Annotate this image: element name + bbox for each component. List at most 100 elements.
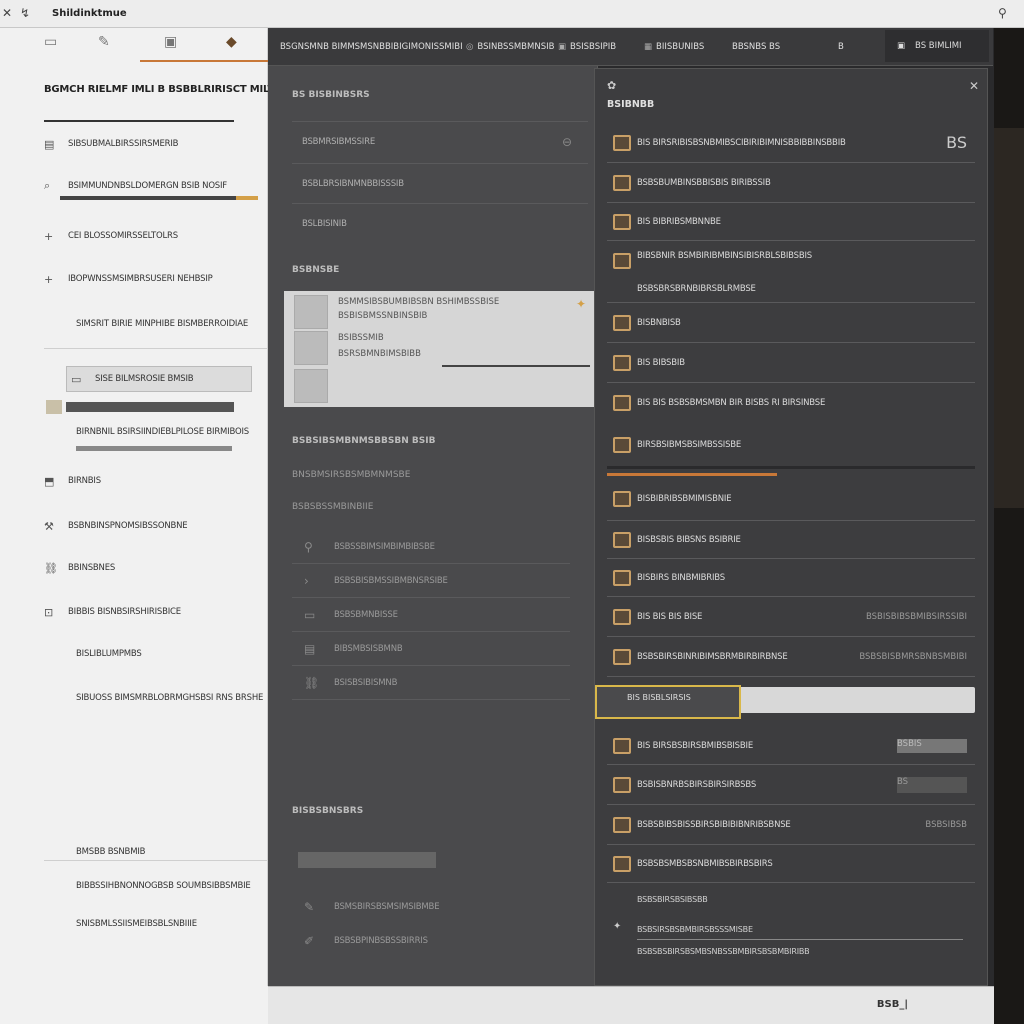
list-row[interactable]: BSBISBNRBSBIRSBIRSIRBSBS BS xyxy=(607,765,975,805)
search-input-focused[interactable]: BIS BISBLSIRSIS xyxy=(595,685,741,719)
list-row[interactable]: BIS BIS BIS BISE BSBISBIBSBMIBSIRSSIBI xyxy=(607,597,975,637)
list-row[interactable]: BIS BIBSBIB xyxy=(607,343,975,383)
user-icon: ▣ xyxy=(897,41,906,51)
sidebar-item[interactable]: ⌕ BSIMMUNDNBSLDOMERGN BSIB NOSIF xyxy=(44,176,227,196)
folder-icon: ▤ xyxy=(44,137,55,151)
list-row[interactable]: ▤ BIBSMBSISBMNB xyxy=(292,632,570,666)
list-row[interactable]: BSBSBSMBSBSNBMIBSBIRBSBIRS xyxy=(607,845,975,883)
list-row[interactable]: BIS BIRSRIBISBSNBMIBSCIBIRIBIMNISBBIBBIN… xyxy=(607,123,975,163)
item-icon xyxy=(607,607,637,627)
sidebar-item[interactable]: ⬒ BIRNBIS xyxy=(44,471,101,491)
folder-icon: ▭ xyxy=(304,607,316,622)
list-row[interactable]: ▭ BSBSBMNBISSE xyxy=(292,598,570,632)
item-icon xyxy=(607,568,637,588)
list-row[interactable]: ✐ BSBSBPINBSBSSBIRRIS xyxy=(292,924,570,958)
monitor-icon: ▭ xyxy=(71,372,82,386)
app-logo-icon: ↯ xyxy=(20,6,31,20)
image-icon[interactable]: ▣ xyxy=(164,34,177,50)
item-icon xyxy=(607,854,637,874)
item-icon xyxy=(607,133,637,153)
sidebar-item[interactable]: ⛓ BBINSBNES xyxy=(44,558,115,578)
list-row[interactable]: BISBNBISB xyxy=(607,303,975,343)
search-row: BIS BISBLSIRSIS xyxy=(595,685,977,719)
tab-secondary[interactable]: ◎ BSINBSSMBMNSIB xyxy=(466,42,554,52)
sidebar-heading: BGMCH RIELMF IMLI B BSBBLRIRISCT MILT xyxy=(44,84,275,95)
list-row[interactable]: BSBMRSIBMSSIRE ⊖ xyxy=(292,121,588,161)
active-tab-indicator xyxy=(140,60,268,62)
sidebar-item[interactable]: ⚒ BSBNBINSPNOMSIBSSONBNE xyxy=(44,516,187,536)
item-icon xyxy=(607,313,637,333)
edit-icon: ✎ xyxy=(304,900,315,914)
background-strip-shade xyxy=(994,128,1024,508)
item-icon xyxy=(607,251,637,271)
tab-fifth[interactable]: BBSNBS BS xyxy=(732,42,780,52)
list-row[interactable]: BSBLBRSIBNMNBBISSSIB xyxy=(292,163,588,203)
sidebar-item[interactable]: + CEI BLOSSOMIRSSELTOLRS xyxy=(44,226,178,246)
list-row[interactable]: BISBIBRIBSBMIMISBNIE xyxy=(607,477,975,521)
item-icon xyxy=(607,173,637,193)
list-row[interactable]: BSLBISINIB xyxy=(292,203,588,243)
footer-text: BSBSBSBIRSBSMBSNBSSBMBIRSBSBMBIRIBB xyxy=(637,947,810,956)
sidebar-item[interactable]: BIBBSSIHBNONNOGBSB SOUMBSIBBSMBIE xyxy=(76,876,251,896)
sidebar-item[interactable]: BMSBB BSNBMIB xyxy=(76,842,145,862)
close-icon[interactable]: ✕ xyxy=(969,79,979,93)
sidebar-divider xyxy=(44,348,268,349)
tab-fourth[interactable]: ▦ BIISBUNIBS xyxy=(644,42,704,52)
sidebar-item[interactable]: SNISBMLSSIISMEIBSBLSNBIIIE xyxy=(76,914,197,934)
list-row[interactable]: ⛓ BSISBSIBISMNB xyxy=(292,666,570,700)
title-bar: ✕ ↯ Shildinktmue ⚲ xyxy=(0,0,1024,28)
tab-main[interactable]: BSGNSMNB BIMMSMSNBBIBIGIMONISSMIBI xyxy=(280,42,463,52)
main-toolbar: BSGNSMNB BIMMSMSNBBIBIGIMONISSMIBI ◎ BSIN… xyxy=(268,28,993,66)
sparkle-icon: ✦ xyxy=(613,921,622,932)
list-row[interactable]: BSBSBIBSBISSBIRSBIBIBIBNRIBSBNSE BSBSIBSB xyxy=(607,805,975,845)
tab-sixth[interactable]: B xyxy=(838,42,844,52)
list-row[interactable]: BIS BIS BSBSBMSMBN BIR BISBS RI BIRSINBS… xyxy=(607,383,975,423)
footer-text: BSBSBIRSBSIBSBB xyxy=(637,895,708,904)
section-subtitle: BNSBMSIRSBSMBMNMSBE xyxy=(292,470,411,480)
pin-icon[interactable]: ⚲ xyxy=(998,6,1007,20)
document-icon[interactable]: ▭ xyxy=(44,34,57,50)
lock-icon: ⊡ xyxy=(44,605,54,619)
sidebar-item[interactable]: SIBUOSS BIMSMRBLOBRMGHSBSI RNS BRSHE xyxy=(76,688,263,708)
list-row[interactable]: BSBSBIRSBINRIBIMSBRMBIRBIRBNSE BSBSBISBMR… xyxy=(607,637,975,677)
dropdown-icon[interactable]: ⊖ xyxy=(562,135,572,149)
hat-icon[interactable]: ◆ xyxy=(226,34,237,50)
details-panel: ✿ ✕ BSIBNBB BIS BIRSRIBISBSNBMIBSCIBIRIB… xyxy=(594,68,988,986)
plus-icon: + xyxy=(44,272,54,286)
sidebar-item-selected[interactable]: ▭ SISE BILMSROSIE BMSIB xyxy=(66,366,252,392)
item-icon xyxy=(607,530,637,550)
preview-card[interactable]: BSMMSIBSBUMBIBSBN BSHIMBSSBISE BSBISBMSS… xyxy=(284,291,594,407)
sidebar-item[interactable]: + IBOPWNSSMSIMBRSUSERI NEHBSIP xyxy=(44,269,213,289)
close-icon[interactable]: ✕ xyxy=(2,6,12,20)
tab-third[interactable]: ▣ BSISBSIPIB xyxy=(558,42,616,52)
tool-icon: ⚒ xyxy=(44,519,54,533)
thumbnail-image xyxy=(294,369,328,403)
list-row[interactable]: ✎ BSMSBIRSBSMSIMSIBMBE xyxy=(292,890,570,924)
list-row[interactable]: BIS BIBRIBSMBNNBE xyxy=(607,203,975,241)
list-row-sub: BSBSBRSBRNBIBRSBLRMBSE xyxy=(637,284,756,294)
thumbnail-image xyxy=(294,295,328,329)
list-row[interactable]: BISBSBIS BIBSNS BSIBRIE xyxy=(607,521,975,559)
tag-icon: ⬒ xyxy=(44,474,55,488)
item-icon xyxy=(607,393,637,413)
list-row[interactable]: BSBSBUMBINSBBISBIS BIRIBSSIB xyxy=(607,163,975,203)
brush-icon[interactable]: ✎ xyxy=(98,34,110,50)
sidebar-item[interactable]: BIRNBNIL BSIRSIINDIEBLPILOSE BIRMIBOIS xyxy=(76,422,249,442)
account-button[interactable]: ▣ BS BIMLIMI xyxy=(885,30,989,62)
sidebar-item[interactable]: SIMSRIT BIRIE MINPHIBE BISMBERROIDIAE xyxy=(76,314,248,334)
list-row[interactable]: BIRSBSIBMSBSIMBSSISBE xyxy=(607,423,975,469)
sidebar-item[interactable]: ⊡ BIBBIS BISNBSIRSHIRISBICE xyxy=(44,602,181,622)
sidebar-item[interactable]: ▤ SIBSUBMALBIRSSIRSMERIB xyxy=(44,134,178,154)
page-indicator[interactable]: BSB_| xyxy=(877,999,908,1010)
list-row[interactable]: BIS BIRSBSBIRSBMIBSBISBIE BSBIS xyxy=(607,727,975,765)
gear-icon[interactable]: ✿ xyxy=(607,79,616,92)
thumbnail-image xyxy=(294,331,328,365)
list-row[interactable]: ⚲ BSBSSBIMSIMBIMBIBSBE xyxy=(292,530,570,564)
footer-text: BSBSIRSBSBMBIRSBSSSMISBE xyxy=(637,925,753,934)
sidebar-divider xyxy=(44,860,268,861)
star-icon[interactable]: ✦ xyxy=(576,297,586,311)
sidebar-item[interactable]: BISLIBLUMPMBS xyxy=(76,644,142,664)
list-row[interactable]: › BSBSBISBMSSIBMBNSRSIBE xyxy=(292,564,570,598)
item-icon xyxy=(607,775,637,795)
list-row[interactable]: BISBIRS BINBMIBRIBS xyxy=(607,559,975,597)
